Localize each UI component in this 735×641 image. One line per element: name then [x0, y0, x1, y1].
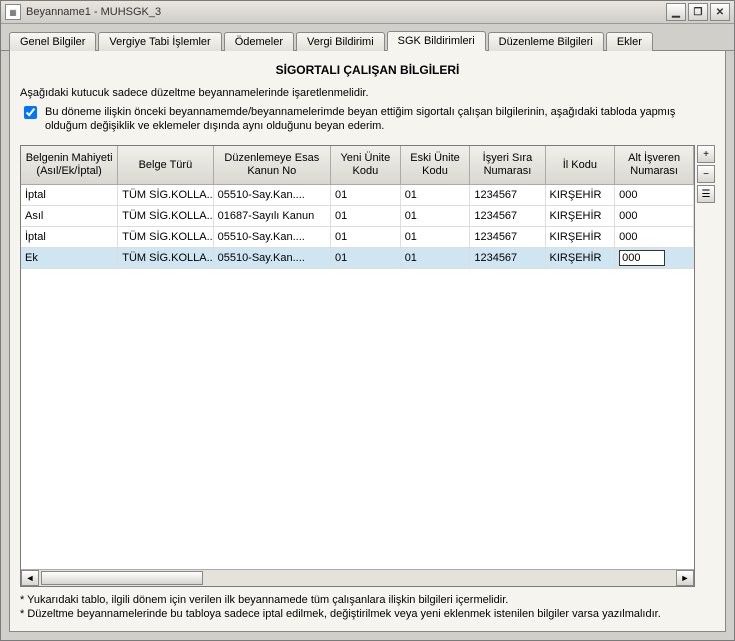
- cell[interactable]: 1234567: [470, 227, 545, 248]
- data-grid[interactable]: Belgenin Mahiyeti (Asıl/Ek/İptal) Belge …: [20, 145, 695, 587]
- tab-vergiye-tabi-islemler[interactable]: Vergiye Tabi İşlemler: [98, 32, 221, 51]
- cell[interactable]: 05510-Say.Kan....: [214, 185, 331, 206]
- cell[interactable]: 01: [331, 206, 401, 227]
- delete-row-button[interactable]: −: [697, 165, 715, 183]
- cell[interactable]: İptal: [21, 185, 118, 206]
- cell[interactable]: 1234567: [470, 185, 545, 206]
- cell[interactable]: 1234567: [470, 248, 545, 269]
- footnote-1: * Yukarıdaki tablo, ilgili dönem için ve…: [20, 593, 715, 607]
- declaration-label: Bu döneme ilişkin önceki beyannamemde/be…: [45, 105, 715, 133]
- cell[interactable]: KIRŞEHİR: [546, 206, 616, 227]
- col-eski-unite[interactable]: Eski Ünite Kodu: [401, 146, 471, 184]
- instruction-text: Aşağıdaki kutucuk sadece düzeltme beyann…: [20, 87, 715, 99]
- table-area: Belgenin Mahiyeti (Asıl/Ek/İptal) Belge …: [20, 145, 715, 587]
- grid-header: Belgenin Mahiyeti (Asıl/Ek/İptal) Belge …: [21, 146, 694, 185]
- duplicate-row-button[interactable]: ☰: [697, 185, 715, 203]
- table-row[interactable]: İptal TÜM SİG.KOLLA... 05510-Say.Kan....…: [21, 185, 694, 206]
- cell[interactable]: 1234567: [470, 206, 545, 227]
- footnotes: * Yukarıdaki tablo, ilgili dönem için ve…: [20, 593, 715, 621]
- scroll-right-button[interactable]: ►: [676, 570, 694, 586]
- cell[interactable]: 000: [615, 185, 694, 206]
- cell[interactable]: TÜM SİG.KOLLA...: [118, 248, 213, 269]
- grid-side-buttons: + − ☰: [697, 145, 715, 587]
- tabbar: Genel Bilgiler Vergiye Tabi İşlemler Öde…: [1, 24, 734, 51]
- table-row[interactable]: Ek TÜM SİG.KOLLA... 05510-Say.Kan.... 01…: [21, 248, 694, 269]
- tab-content: SİGORTALI ÇALIŞAN BİLGİLERİ Aşağıdaki ku…: [9, 51, 726, 632]
- cell[interactable]: İptal: [21, 227, 118, 248]
- scroll-thumb[interactable]: [41, 571, 203, 585]
- add-row-button[interactable]: +: [697, 145, 715, 163]
- cell[interactable]: 01: [331, 248, 401, 269]
- col-kanun-no[interactable]: Düzenlemeye Esas Kanun No: [214, 146, 331, 184]
- cell[interactable]: KIRŞEHİR: [546, 248, 616, 269]
- col-belgenin-mahiyeti[interactable]: Belgenin Mahiyeti (Asıl/Ek/İptal): [21, 146, 118, 184]
- tab-ekler[interactable]: Ekler: [606, 32, 653, 51]
- cell[interactable]: KIRŞEHİR: [546, 185, 616, 206]
- tab-vergi-bildirimi[interactable]: Vergi Bildirimi: [296, 32, 385, 51]
- cell[interactable]: 01: [331, 227, 401, 248]
- scroll-left-button[interactable]: ◄: [21, 570, 39, 586]
- footnote-2: * Düzeltme beyannamelerinde bu tabloya s…: [20, 607, 715, 621]
- col-alt-isveren[interactable]: Alt İşveren Numarası: [615, 146, 694, 184]
- window-title: Beyanname1 - MUHSGK_3: [26, 6, 666, 18]
- maximize-button[interactable]: ❐: [688, 3, 708, 21]
- minimize-button[interactable]: ▁: [666, 3, 686, 21]
- col-belge-turu[interactable]: Belge Türü: [118, 146, 213, 184]
- table-row[interactable]: Asıl TÜM SİG.KOLLA... 01687-Sayılı Kanun…: [21, 206, 694, 227]
- cell[interactable]: 05510-Say.Kan....: [214, 227, 331, 248]
- tab-sgk-bildirimleri[interactable]: SGK Bildirimleri: [387, 31, 486, 51]
- cell[interactable]: Ek: [21, 248, 118, 269]
- cell[interactable]: 01: [401, 227, 471, 248]
- cell[interactable]: 01: [401, 185, 471, 206]
- app-window: ▦ Beyanname1 - MUHSGK_3 ▁ ❐ ✕ Genel Bilg…: [0, 0, 735, 641]
- cell[interactable]: TÜM SİG.KOLLA...: [118, 185, 213, 206]
- cell[interactable]: 05510-Say.Kan....: [214, 248, 331, 269]
- cell[interactable]: KIRŞEHİR: [546, 227, 616, 248]
- horizontal-scrollbar[interactable]: ◄ ►: [21, 569, 694, 586]
- col-yeni-unite[interactable]: Yeni Ünite Kodu: [331, 146, 401, 184]
- scroll-track[interactable]: [39, 571, 676, 585]
- cell[interactable]: 01687-Sayılı Kanun: [214, 206, 331, 227]
- cell[interactable]: TÜM SİG.KOLLA...: [118, 227, 213, 248]
- tab-duzenleme-bilgileri[interactable]: Düzenleme Bilgileri: [488, 32, 604, 51]
- col-isyeri-sira[interactable]: İşyeri Sıra Numarası: [470, 146, 545, 184]
- cell[interactable]: 01: [401, 248, 471, 269]
- app-icon: ▦: [5, 4, 21, 20]
- cell[interactable]: TÜM SİG.KOLLA...: [118, 206, 213, 227]
- tab-genel-bilgiler[interactable]: Genel Bilgiler: [9, 32, 96, 51]
- cell[interactable]: 01: [331, 185, 401, 206]
- cell[interactable]: Asıl: [21, 206, 118, 227]
- grid-body: İptal TÜM SİG.KOLLA... 05510-Say.Kan....…: [21, 185, 694, 569]
- window-buttons: ▁ ❐ ✕: [666, 3, 730, 21]
- col-il-kodu[interactable]: İl Kodu: [546, 146, 616, 184]
- close-button[interactable]: ✕: [710, 3, 730, 21]
- declaration-row: Bu döneme ilişkin önceki beyannamemde/be…: [20, 105, 715, 133]
- table-row[interactable]: İptal TÜM SİG.KOLLA... 05510-Say.Kan....…: [21, 227, 694, 248]
- tab-odemeler[interactable]: Ödemeler: [224, 32, 294, 51]
- cell-editing[interactable]: [615, 248, 694, 269]
- titlebar: ▦ Beyanname1 - MUHSGK_3 ▁ ❐ ✕: [1, 1, 734, 24]
- cell[interactable]: 01: [401, 206, 471, 227]
- declaration-checkbox[interactable]: [24, 106, 37, 119]
- cell[interactable]: 000: [615, 206, 694, 227]
- section-title: SİGORTALI ÇALIŞAN BİLGİLERİ: [20, 63, 715, 77]
- alt-isveren-input[interactable]: [619, 250, 665, 266]
- cell[interactable]: 000: [615, 227, 694, 248]
